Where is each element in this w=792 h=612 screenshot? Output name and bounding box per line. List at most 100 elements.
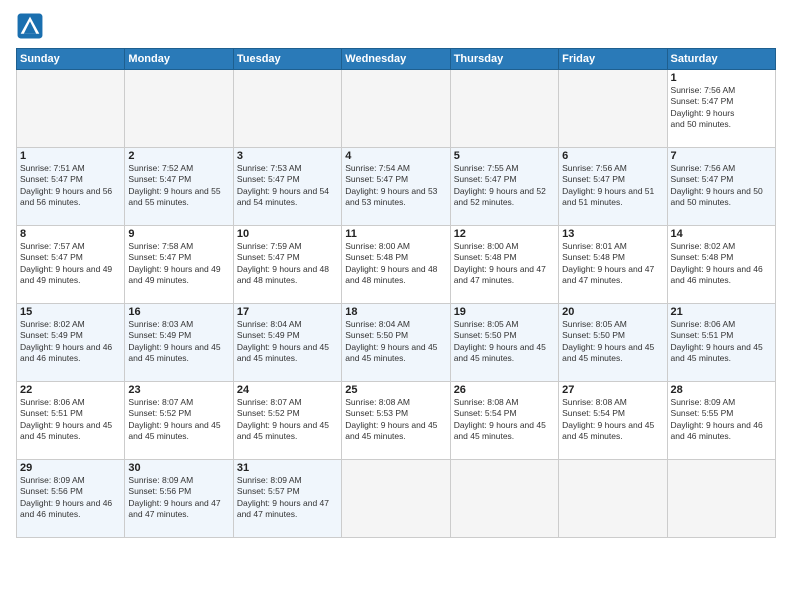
day-number: 26 <box>454 384 555 396</box>
day-cell-15: 15Sunrise: 8:02 AMSunset: 5:49 PMDayligh… <box>17 304 125 382</box>
day-info: Sunrise: 8:01 AMSunset: 5:48 PMDaylight:… <box>562 241 663 287</box>
day-info: Sunrise: 7:57 AMSunset: 5:47 PMDaylight:… <box>20 241 121 287</box>
day-cell-26: 26Sunrise: 8:08 AMSunset: 5:54 PMDayligh… <box>450 382 558 460</box>
day-info: Sunrise: 7:53 AMSunset: 5:47 PMDaylight:… <box>237 163 338 209</box>
day-cell-18: 18Sunrise: 8:04 AMSunset: 5:50 PMDayligh… <box>342 304 450 382</box>
day-number: 22 <box>20 384 121 396</box>
day-cell-17: 17Sunrise: 8:04 AMSunset: 5:49 PMDayligh… <box>233 304 341 382</box>
day-info: Sunrise: 7:55 AMSunset: 5:47 PMDaylight:… <box>454 163 555 209</box>
day-info: Sunrise: 8:09 AMSunset: 5:56 PMDaylight:… <box>20 475 121 521</box>
day-number: 16 <box>128 306 229 318</box>
day-number: 23 <box>128 384 229 396</box>
day-info: Sunrise: 8:04 AMSunset: 5:49 PMDaylight:… <box>237 319 338 365</box>
day-info: Sunrise: 8:08 AMSunset: 5:54 PMDaylight:… <box>454 397 555 443</box>
day-cell-30: 30Sunrise: 8:09 AMSunset: 5:56 PMDayligh… <box>125 460 233 538</box>
day-cell-23: 23Sunrise: 8:07 AMSunset: 5:52 PMDayligh… <box>125 382 233 460</box>
day-number: 9 <box>128 228 229 240</box>
day-info: Sunrise: 8:09 AMSunset: 5:56 PMDaylight:… <box>128 475 229 521</box>
day-cell-1: 1Sunrise: 7:56 AMSunset: 5:47 PMDaylight… <box>667 70 775 148</box>
logo-icon <box>16 12 44 40</box>
empty-cell <box>17 70 125 148</box>
day-cell-10: 10Sunrise: 7:59 AMSunset: 5:47 PMDayligh… <box>233 226 341 304</box>
calendar-week-2: 8Sunrise: 7:57 AMSunset: 5:47 PMDaylight… <box>17 226 776 304</box>
day-cell-14: 14Sunrise: 8:02 AMSunset: 5:48 PMDayligh… <box>667 226 775 304</box>
day-cell-4: 4Sunrise: 7:54 AMSunset: 5:47 PMDaylight… <box>342 148 450 226</box>
day-number: 8 <box>20 228 121 240</box>
day-cell-20: 20Sunrise: 8:05 AMSunset: 5:50 PMDayligh… <box>559 304 667 382</box>
day-cell-3: 3Sunrise: 7:53 AMSunset: 5:47 PMDaylight… <box>233 148 341 226</box>
day-header-wednesday: Wednesday <box>342 49 450 70</box>
day-number: 29 <box>20 462 121 474</box>
day-header-saturday: Saturday <box>667 49 775 70</box>
day-cell-9: 9Sunrise: 7:58 AMSunset: 5:47 PMDaylight… <box>125 226 233 304</box>
empty-cell <box>667 460 775 538</box>
day-cell-28: 28Sunrise: 8:09 AMSunset: 5:55 PMDayligh… <box>667 382 775 460</box>
day-cell-21: 21Sunrise: 8:06 AMSunset: 5:51 PMDayligh… <box>667 304 775 382</box>
day-info: Sunrise: 8:03 AMSunset: 5:49 PMDaylight:… <box>128 319 229 365</box>
day-cell-29: 29Sunrise: 8:09 AMSunset: 5:56 PMDayligh… <box>17 460 125 538</box>
day-info: Sunrise: 7:56 AMSunset: 5:47 PMDaylight:… <box>562 163 663 209</box>
day-number: 30 <box>128 462 229 474</box>
day-header-sunday: Sunday <box>17 49 125 70</box>
empty-cell <box>342 70 450 148</box>
day-info: Sunrise: 7:51 AMSunset: 5:47 PMDaylight:… <box>20 163 121 209</box>
day-info: Sunrise: 8:02 AMSunset: 5:48 PMDaylight:… <box>671 241 772 287</box>
day-cell-8: 8Sunrise: 7:57 AMSunset: 5:47 PMDaylight… <box>17 226 125 304</box>
calendar-week-5: 29Sunrise: 8:09 AMSunset: 5:56 PMDayligh… <box>17 460 776 538</box>
day-info: Sunrise: 7:54 AMSunset: 5:47 PMDaylight:… <box>345 163 446 209</box>
day-number: 17 <box>237 306 338 318</box>
day-info: Sunrise: 7:59 AMSunset: 5:47 PMDaylight:… <box>237 241 338 287</box>
day-number: 5 <box>454 150 555 162</box>
empty-cell <box>233 70 341 148</box>
day-cell-25: 25Sunrise: 8:08 AMSunset: 5:53 PMDayligh… <box>342 382 450 460</box>
calendar-week-0: 1Sunrise: 7:56 AMSunset: 5:47 PMDaylight… <box>17 70 776 148</box>
day-number: 25 <box>345 384 446 396</box>
day-number: 2 <box>128 150 229 162</box>
day-header-tuesday: Tuesday <box>233 49 341 70</box>
day-info: Sunrise: 8:05 AMSunset: 5:50 PMDaylight:… <box>562 319 663 365</box>
day-header-monday: Monday <box>125 49 233 70</box>
day-info: Sunrise: 8:06 AMSunset: 5:51 PMDaylight:… <box>671 319 772 365</box>
day-number: 1 <box>671 72 772 84</box>
day-number: 13 <box>562 228 663 240</box>
calendar-header-row: SundayMondayTuesdayWednesdayThursdayFrid… <box>17 49 776 70</box>
calendar-week-3: 15Sunrise: 8:02 AMSunset: 5:49 PMDayligh… <box>17 304 776 382</box>
empty-cell <box>125 70 233 148</box>
calendar-week-1: 1Sunrise: 7:51 AMSunset: 5:47 PMDaylight… <box>17 148 776 226</box>
day-number: 6 <box>562 150 663 162</box>
day-number: 10 <box>237 228 338 240</box>
day-number: 19 <box>454 306 555 318</box>
day-cell-16: 16Sunrise: 8:03 AMSunset: 5:49 PMDayligh… <box>125 304 233 382</box>
day-info: Sunrise: 8:00 AMSunset: 5:48 PMDaylight:… <box>454 241 555 287</box>
day-cell-12: 12Sunrise: 8:00 AMSunset: 5:48 PMDayligh… <box>450 226 558 304</box>
day-number: 27 <box>562 384 663 396</box>
day-info: Sunrise: 8:08 AMSunset: 5:53 PMDaylight:… <box>345 397 446 443</box>
day-cell-27: 27Sunrise: 8:08 AMSunset: 5:54 PMDayligh… <box>559 382 667 460</box>
day-info: Sunrise: 7:56 AMSunset: 5:47 PMDaylight:… <box>671 163 772 209</box>
day-info: Sunrise: 8:09 AMSunset: 5:57 PMDaylight:… <box>237 475 338 521</box>
day-header-thursday: Thursday <box>450 49 558 70</box>
day-number: 31 <box>237 462 338 474</box>
day-info: Sunrise: 7:56 AMSunset: 5:47 PMDaylight:… <box>671 85 772 131</box>
day-number: 12 <box>454 228 555 240</box>
day-number: 18 <box>345 306 446 318</box>
day-cell-19: 19Sunrise: 8:05 AMSunset: 5:50 PMDayligh… <box>450 304 558 382</box>
calendar-page: SundayMondayTuesdayWednesdayThursdayFrid… <box>0 0 792 612</box>
day-cell-11: 11Sunrise: 8:00 AMSunset: 5:48 PMDayligh… <box>342 226 450 304</box>
day-number: 24 <box>237 384 338 396</box>
calendar-week-4: 22Sunrise: 8:06 AMSunset: 5:51 PMDayligh… <box>17 382 776 460</box>
day-header-friday: Friday <box>559 49 667 70</box>
calendar-table: SundayMondayTuesdayWednesdayThursdayFrid… <box>16 48 776 538</box>
day-cell-24: 24Sunrise: 8:07 AMSunset: 5:52 PMDayligh… <box>233 382 341 460</box>
day-number: 15 <box>20 306 121 318</box>
day-cell-5: 5Sunrise: 7:55 AMSunset: 5:47 PMDaylight… <box>450 148 558 226</box>
logo <box>16 12 48 40</box>
empty-cell <box>559 460 667 538</box>
day-number: 28 <box>671 384 772 396</box>
day-cell-13: 13Sunrise: 8:01 AMSunset: 5:48 PMDayligh… <box>559 226 667 304</box>
day-number: 21 <box>671 306 772 318</box>
day-cell-6: 6Sunrise: 7:56 AMSunset: 5:47 PMDaylight… <box>559 148 667 226</box>
day-info: Sunrise: 8:06 AMSunset: 5:51 PMDaylight:… <box>20 397 121 443</box>
day-cell-31: 31Sunrise: 8:09 AMSunset: 5:57 PMDayligh… <box>233 460 341 538</box>
day-info: Sunrise: 8:09 AMSunset: 5:55 PMDaylight:… <box>671 397 772 443</box>
